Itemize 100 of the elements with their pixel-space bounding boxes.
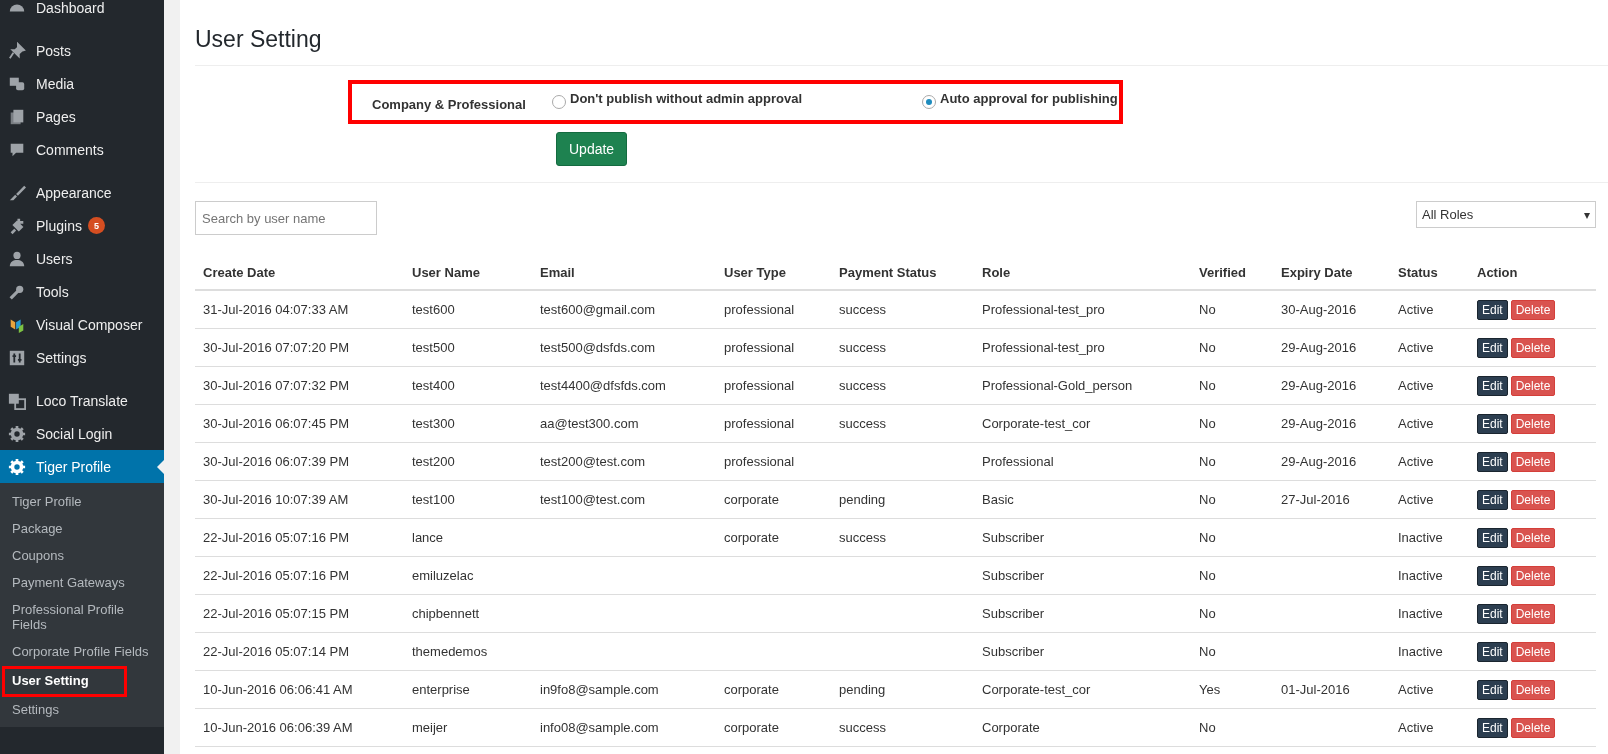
menu-item[interactable]: Tiger Profile (0, 450, 164, 483)
table-cell: No (1199, 568, 1216, 583)
edit-button[interactable]: Edit (1477, 565, 1508, 586)
table-cell: corporate (724, 492, 779, 507)
column-header: Role (981, 264, 1012, 280)
menu-item[interactable]: Plugins 5 (0, 209, 164, 242)
edit-button[interactable]: Edit (1477, 413, 1508, 434)
column-header: Verified (1198, 264, 1247, 280)
delete-button[interactable]: Delete (1510, 489, 1556, 510)
table-cell: test600@gmail.com (540, 302, 656, 317)
submenu-item[interactable]: Coupons (0, 542, 164, 570)
delete-button[interactable]: Delete (1510, 679, 1556, 700)
table-cell: professional (724, 302, 795, 317)
submenu-item[interactable]: Tiger Profile (0, 489, 164, 516)
menu-item[interactable]: Comments (0, 133, 164, 166)
role-dropdown[interactable]: All Roles ▾ (1416, 201, 1596, 228)
table-cell: 01-Jul-2016 (1281, 682, 1350, 697)
radio-label: Auto approval for publishing (940, 90, 1118, 106)
table-cell: corporate (724, 682, 779, 697)
plug-icon (8, 216, 26, 235)
column-header: Action (1476, 264, 1519, 280)
menu-item[interactable]: Pages (0, 100, 164, 133)
edit-button[interactable]: Edit (1477, 489, 1508, 510)
menu-item[interactable]: Media (0, 67, 164, 100)
delete-button[interactable]: Delete (1510, 337, 1556, 358)
menu-item[interactable]: Appearance (0, 176, 164, 209)
table-cell: enterprise (412, 682, 470, 697)
settings-icon (8, 457, 26, 476)
edit-button[interactable]: Edit (1477, 641, 1508, 662)
menu-item[interactable]: Users (0, 242, 164, 275)
table-cell: test100 (412, 492, 455, 507)
table-cell: Active (1398, 454, 1434, 469)
table-cell: pending (839, 682, 886, 697)
edit-button[interactable]: Edit (1477, 451, 1508, 472)
table-cell: success (839, 416, 886, 431)
edit-button[interactable]: Edit (1477, 527, 1508, 548)
table-cell: Subscriber (982, 606, 1045, 621)
table-cell: 30-Aug-2016 (1281, 302, 1357, 317)
menu-item[interactable]: Visual Composer (0, 308, 164, 341)
submenu-item[interactable]: Payment Gateways (0, 569, 164, 597)
table-cell: test100@test.com (540, 492, 645, 507)
translate-icon (8, 391, 26, 410)
update-count-badge: 5 (87, 217, 105, 234)
delete-button[interactable]: Delete (1510, 565, 1556, 586)
submenu-item[interactable]: User Setting (2, 665, 127, 697)
table-cell: 29-Aug-2016 (1281, 416, 1357, 431)
table-cell: 10-Jun-2016 06:06:39 AM (203, 720, 353, 735)
table-cell: Active (1398, 416, 1434, 431)
table-cell: Active (1398, 492, 1434, 507)
delete-button[interactable]: Delete (1510, 299, 1556, 320)
table-cell: No (1199, 378, 1216, 393)
column-header: Payment Status (838, 264, 938, 280)
table-cell: test600 (412, 302, 455, 317)
menu-item[interactable]: Social Login (0, 417, 164, 450)
menu-item[interactable]: Posts (0, 34, 164, 67)
table-cell: Inactive (1398, 606, 1443, 621)
table-cell: lance (412, 530, 444, 545)
delete-button[interactable]: Delete (1510, 641, 1556, 662)
radio-label: Don't publish without admin approval (570, 90, 803, 106)
table-cell: Yes (1199, 682, 1221, 697)
table-cell: 30-Jul-2016 07:07:32 PM (203, 378, 349, 393)
delete-button[interactable]: Delete (1510, 527, 1556, 548)
submenu-item[interactable]: Settings (0, 696, 164, 724)
delete-button[interactable]: Delete (1510, 451, 1556, 472)
edit-button[interactable]: Edit (1477, 375, 1508, 396)
update-button[interactable]: Update (556, 132, 628, 166)
table-cell: test200 (412, 454, 455, 469)
table-cell: No (1199, 492, 1216, 507)
table-cell: success (839, 530, 886, 545)
delete-button[interactable]: Delete (1510, 375, 1556, 396)
submenu-item[interactable]: Professional Profile Fields (0, 596, 164, 639)
edit-button[interactable]: Edit (1477, 337, 1508, 358)
menu-item[interactable]: Settings (0, 341, 164, 374)
menu-item[interactable]: Dashboard (0, 0, 164, 24)
edit-button[interactable]: Edit (1477, 603, 1508, 624)
radio-option[interactable]: Auto approval for publishing (922, 87, 1118, 109)
table-cell: 10-Jun-2016 06:06:41 AM (203, 682, 353, 697)
table-cell: No (1199, 644, 1216, 659)
delete-button[interactable]: Delete (1510, 413, 1556, 434)
edit-button[interactable]: Edit (1477, 717, 1508, 738)
table-cell: Active (1398, 378, 1434, 393)
radio-option[interactable]: Don't publish without admin approval (552, 87, 922, 109)
submenu-item[interactable]: Corporate Profile Fields (0, 638, 164, 666)
menu-item[interactable]: Tools (0, 275, 164, 308)
table-cell: No (1199, 606, 1216, 621)
edit-button[interactable]: Edit (1477, 299, 1508, 320)
table-cell: Inactive (1398, 568, 1443, 583)
menu-item[interactable]: Loco Translate (0, 384, 164, 417)
table-cell: 31-Jul-2016 04:07:33 AM (203, 302, 349, 317)
delete-button[interactable]: Delete (1510, 603, 1556, 624)
table-cell: success (839, 720, 886, 735)
search-field[interactable]: Search by user name (195, 201, 377, 235)
column-header: Email (539, 264, 576, 280)
table-cell: 22-Jul-2016 05:07:16 PM (203, 568, 349, 583)
edit-button[interactable]: Edit (1477, 679, 1508, 700)
table-cell: Professional-test_pro (982, 340, 1105, 355)
column-header: Status (1397, 264, 1439, 280)
submenu-item[interactable]: Package (0, 515, 164, 543)
delete-button[interactable]: Delete (1510, 717, 1556, 738)
table-cell: 30-Jul-2016 06:07:39 PM (203, 454, 349, 469)
